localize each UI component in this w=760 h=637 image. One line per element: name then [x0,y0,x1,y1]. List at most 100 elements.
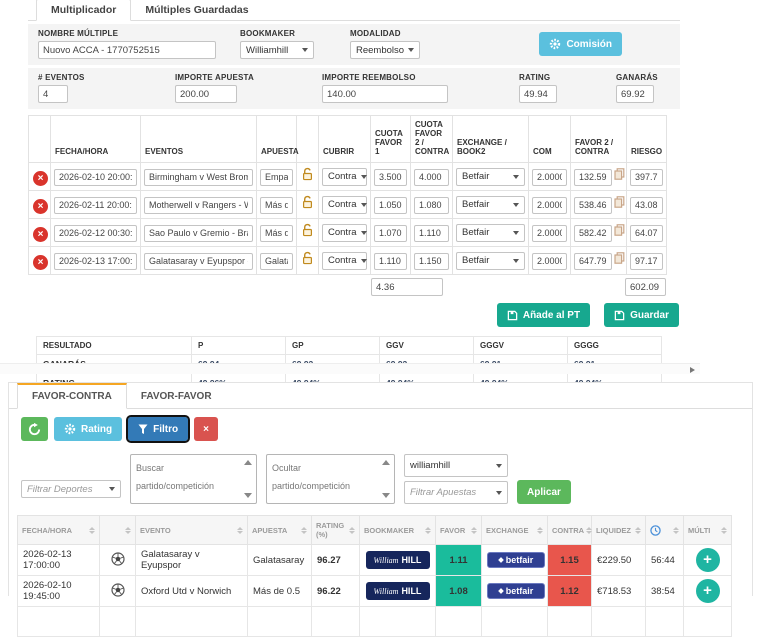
com-input[interactable] [532,225,567,242]
riesgo-input[interactable] [630,197,663,214]
event-date-input[interactable] [54,253,137,270]
williamhill-logo[interactable]: WilliamHILL [366,551,430,569]
sort-icon[interactable] [586,527,592,534]
cuota-favor1-input[interactable] [374,197,407,214]
event-date-input[interactable] [54,169,137,186]
sort-icon[interactable] [237,527,243,534]
sort-icon[interactable] [721,527,727,534]
event-name-input[interactable] [144,253,253,270]
copy-icon[interactable] [614,223,625,241]
unlock-icon[interactable] [301,195,314,209]
ocultar-partido-listbox[interactable]: Ocultar partido/competición [266,454,395,504]
sort-icon[interactable] [425,527,431,534]
importe-apuesta-input[interactable] [175,85,237,103]
fecha-hora-header[interactable]: FECHA/HORA [18,516,100,545]
apuesta-header[interactable]: APUESTA [248,516,312,545]
nombre-multiple-input[interactable] [38,41,216,59]
tab-multiplicador[interactable]: Multiplicador [36,0,131,21]
sort-icon[interactable] [301,527,307,534]
scroll-down-icon[interactable] [244,493,252,498]
betfair-logo[interactable]: betfair [487,552,545,568]
williamhill-logo[interactable]: WilliamHILL [366,582,430,600]
copy-icon[interactable] [614,167,625,185]
cubrir-select[interactable]: Contra [322,168,367,186]
delete-event-icon[interactable]: × [33,227,48,242]
event-date-input[interactable] [54,225,137,242]
com-input[interactable] [532,253,567,270]
favor2-contra-input[interactable] [574,197,612,214]
add-to-multi-button[interactable]: + [696,548,720,572]
buscar-partido-listbox[interactable]: Buscar partido/competición [130,454,257,504]
bookmaker-header[interactable]: BOOKMAKER [360,516,436,545]
eventos-count-input[interactable] [38,85,68,103]
exchange-select[interactable]: Betfair [456,196,525,214]
event-bet-input[interactable] [260,225,293,242]
multi-header[interactable]: MÚLTI [684,516,732,545]
exchange-header[interactable]: EXCHANGE [482,516,548,545]
rating-input[interactable] [519,85,557,103]
event-name-input[interactable] [144,225,253,242]
liquidez-header[interactable]: LIQUIDEZ [592,516,646,545]
modalidad-select[interactable]: Reembolso [350,41,420,59]
cuota-favor2-input[interactable] [414,169,449,186]
event-bet-input[interactable] [260,169,293,186]
contra-header[interactable]: CONTRA [548,516,592,545]
betfair-logo[interactable]: betfair [487,583,545,599]
delete-event-icon[interactable]: × [33,171,48,186]
rating-pct-header[interactable]: RATING (%) [312,516,360,545]
event-name-input[interactable] [144,169,253,186]
favor2-contra-input[interactable] [574,169,612,186]
cuota-favor2-input[interactable] [414,197,449,214]
unlock-icon[interactable] [301,251,314,265]
scroll-down-icon[interactable] [382,493,390,498]
cuota-favor1-input[interactable] [374,169,407,186]
exchange-select[interactable]: Betfair [456,252,525,270]
tab-favor-contra[interactable]: FAVOR-CONTRA [17,383,127,409]
rating-button[interactable]: Rating [54,417,122,441]
filtrar-apuestas-select[interactable]: Filtrar Apuestas [404,481,508,504]
cuota-favor1-input[interactable] [374,225,407,242]
bookmaker-select[interactable]: Williamhill [240,41,314,59]
unlock-icon[interactable] [301,223,314,237]
sort-icon[interactable] [471,527,477,534]
contra-odds-cell[interactable]: 1.12 [548,576,592,607]
sort-icon[interactable] [673,527,679,534]
sort-icon[interactable] [537,527,543,534]
aplicar-button[interactable]: Aplicar [517,480,571,504]
cuota-favor1-input[interactable] [374,253,407,270]
close-filter-button[interactable]: × [194,417,218,441]
event-name-input[interactable] [144,197,253,214]
bookmaker-filter-select[interactable]: williamhill [404,454,508,477]
ganaras-input[interactable] [616,85,654,103]
favor-odds-cell[interactable]: 1.11 [436,545,482,576]
refresh-button[interactable] [21,417,48,441]
cubrir-select[interactable]: Contra [322,196,367,214]
sort-icon[interactable] [635,527,641,534]
unlock-icon[interactable] [301,167,314,181]
tab-favor-favor[interactable]: FAVOR-FAVOR [127,385,226,408]
cuota-favor2-input[interactable] [414,225,449,242]
comision-button[interactable]: Comisión [539,32,622,56]
event-bet-input[interactable] [260,197,293,214]
cubrir-select[interactable]: Contra [322,252,367,270]
tab-multiples-guardadas[interactable]: Múltiples Guardadas [131,0,262,20]
sort-icon[interactable] [349,527,355,534]
importe-reembolso-input[interactable] [322,85,448,103]
com-input[interactable] [532,169,567,186]
scroll-up-icon[interactable] [382,460,390,465]
riesgo-input[interactable] [630,253,663,270]
riesgo-input[interactable] [630,225,663,242]
delete-event-icon[interactable]: × [33,255,48,270]
scroll-right-arrow-icon[interactable] [690,367,695,373]
total-cuota-input[interactable] [371,278,443,296]
sort-icon[interactable] [125,527,131,534]
event-date-input[interactable] [54,197,137,214]
cubrir-select[interactable]: Contra [322,224,367,242]
scroll-up-icon[interactable] [244,460,252,465]
favor2-contra-input[interactable] [574,253,612,270]
anade-al-pt-button[interactable]: Añade al PT [497,303,590,327]
com-input[interactable] [532,197,567,214]
delete-event-icon[interactable]: × [33,199,48,214]
filtro-button[interactable]: Filtro [128,417,188,441]
copy-icon[interactable] [614,195,625,213]
